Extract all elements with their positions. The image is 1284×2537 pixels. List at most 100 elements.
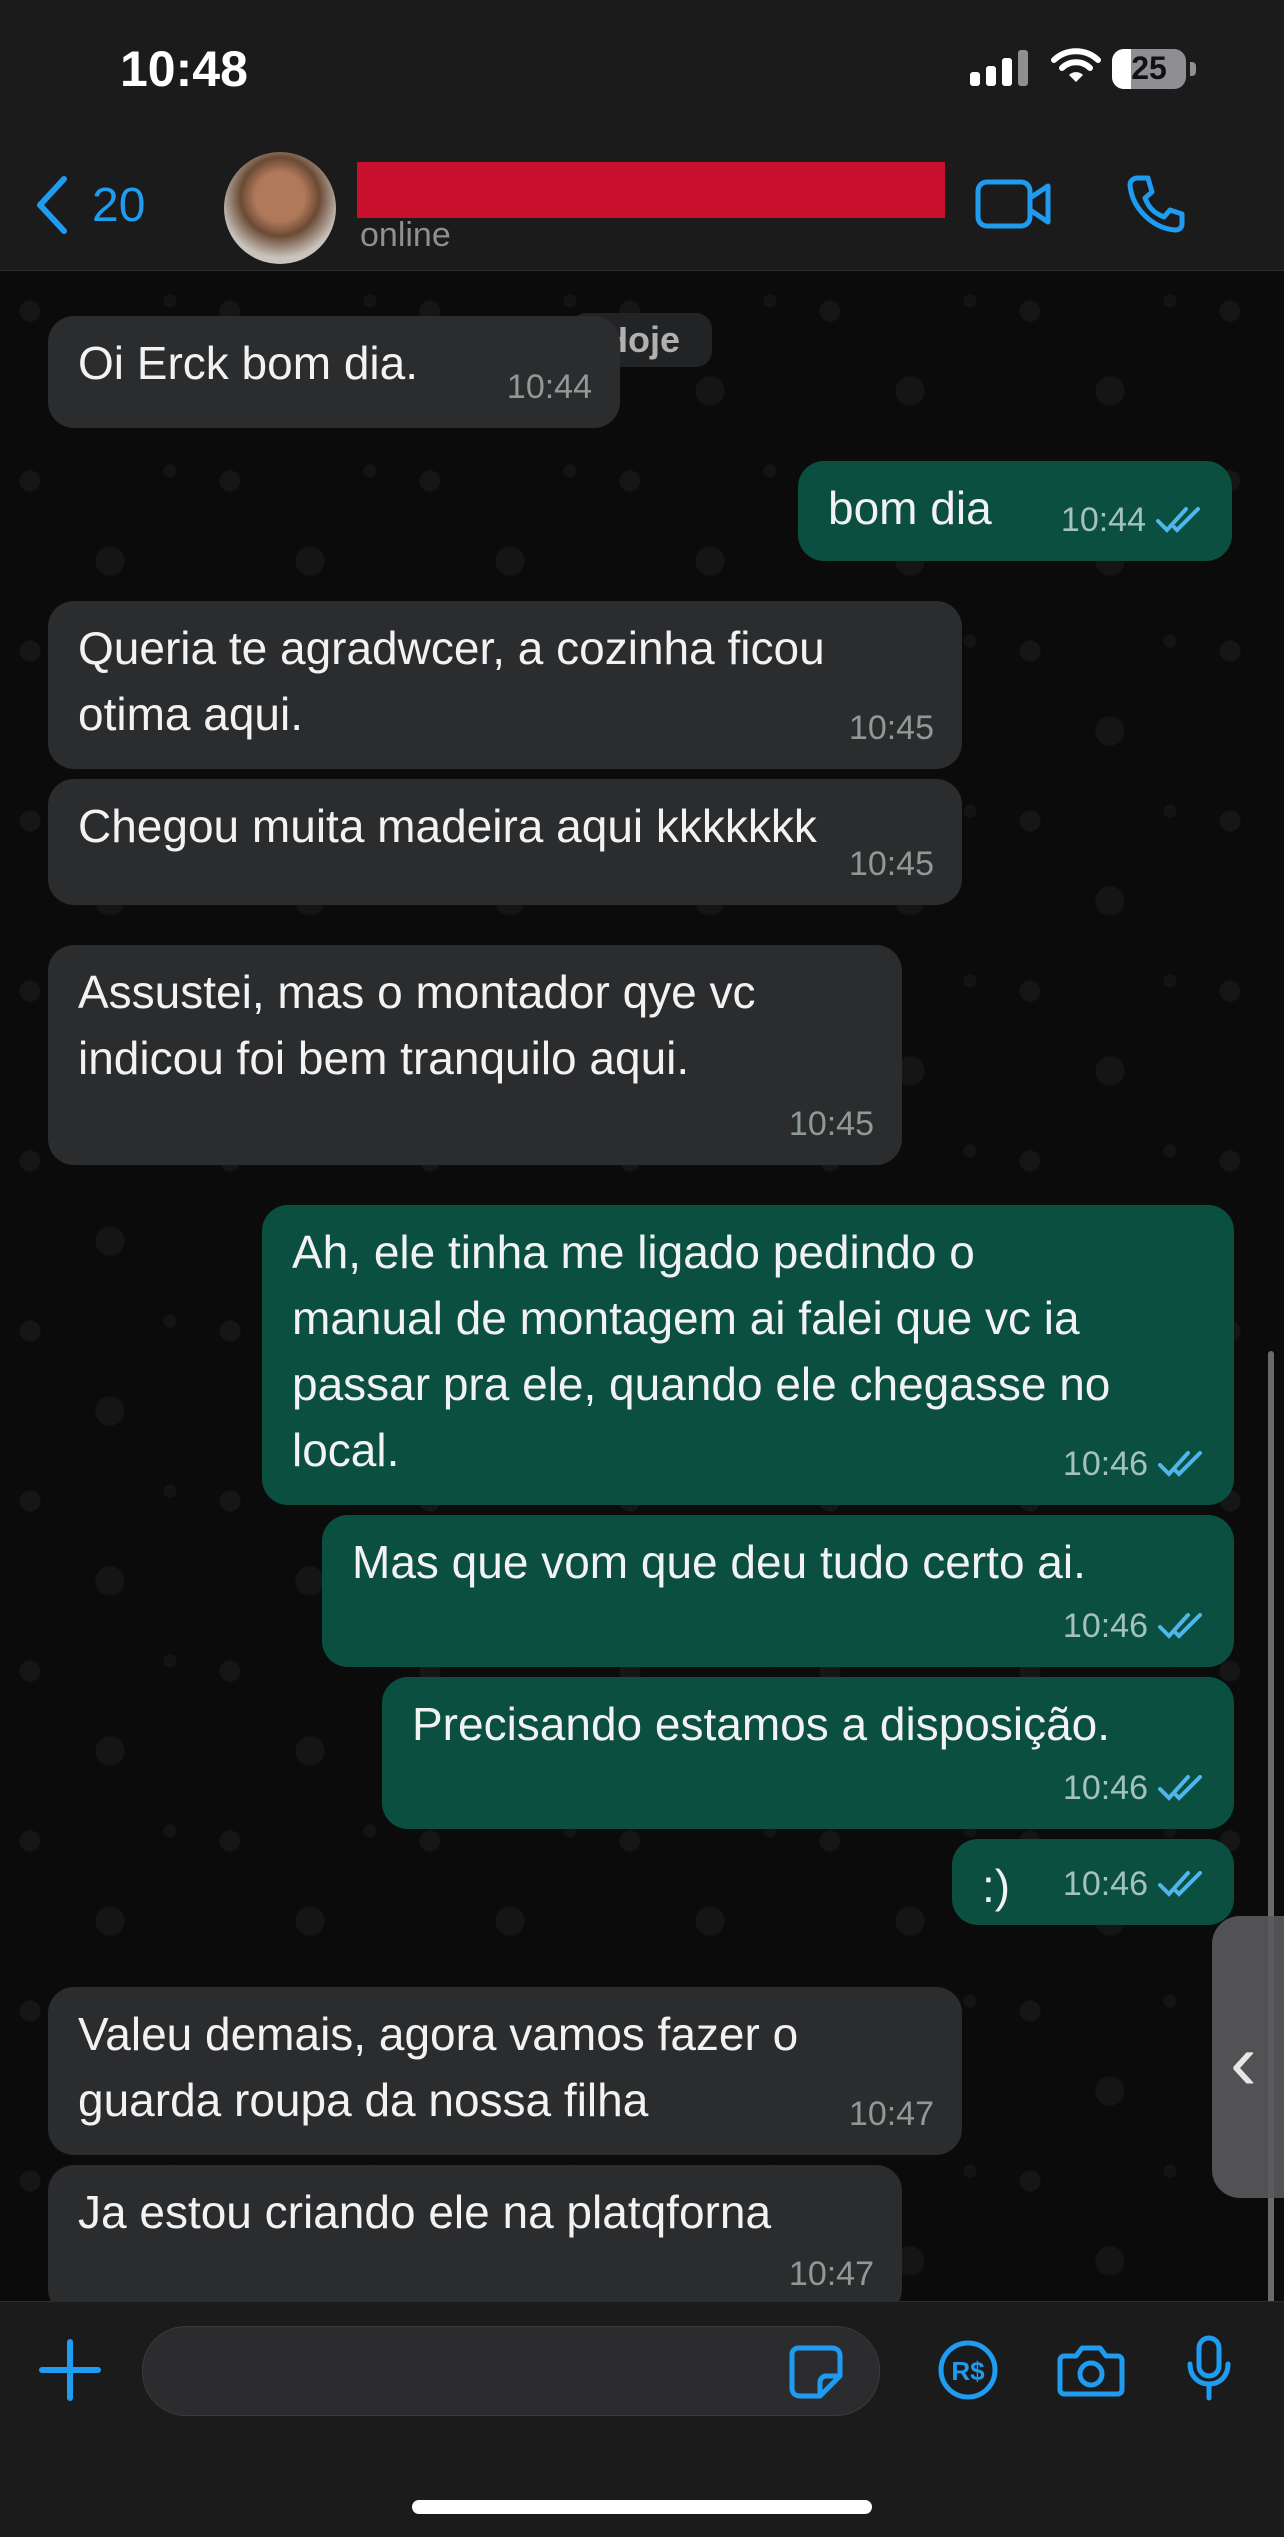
unread-count: 20 [92,178,146,232]
battery-icon: 25 [1112,49,1186,89]
video-call-button[interactable] [974,176,1054,237]
incoming-message[interactable]: Queria te agradwcer, a cozinha ficou otim… [48,601,962,769]
message-line: guarda roupa da nossa filha [78,2074,649,2126]
read-receipt-icon [1156,507,1200,533]
avatar[interactable] [224,152,336,264]
back-chevron-icon [37,176,67,234]
message-meta: 10:45 [849,831,934,897]
message-meta: 10:44 [507,354,592,420]
message-text: bom dia [828,475,992,541]
message-text: :) [982,1853,1010,1919]
sticker-icon [789,2345,843,2399]
message-line: Valeu demais, agora vamos fazer o [78,2008,799,2060]
message-line: otima aqui. [78,688,304,740]
message-text: Valeu demais, agora vamos fazer o guarda … [78,2001,798,2133]
message-line: indicou foi bem tranquilo aqui. [78,1032,690,1084]
message-line: local. [292,1424,400,1476]
message-line: :) [982,1860,1011,1912]
message-meta: 10:46 [1063,1755,1206,1821]
message-time: 10:46 [1062,1445,1148,1483]
incoming-message[interactable]: Ja estou criando ele na platqforna 10:47 [48,2165,902,2301]
message-line: Ja estou criando ele na platqforna [78,2186,772,2238]
sticker-button[interactable] [786,2342,846,2407]
message-line: Oi Erck bom dia. [78,337,418,389]
message-meta: 10:47 [789,2241,874,2301]
message-meta: 10:46 [1063,1593,1206,1659]
outgoing-message[interactable]: bom dia 10:44 [798,461,1232,561]
camera-icon [1057,2345,1125,2397]
read-receipt-icon [1158,1451,1202,1477]
message-line: Mas que vom que deu tudo certo ai. [352,1536,1086,1588]
message-meta: 10:46 [1063,1851,1206,1917]
message-time: 10:45 [788,1105,874,1143]
chevron-left-icon: ‹ [1230,2017,1257,2106]
incoming-message[interactable]: Chegou muita madeira aqui kkkkkkk 10:45 [48,779,962,905]
message-line: Assustei, mas o montador qye vc [78,966,756,1018]
payment-button[interactable]: R$ [936,2338,1000,2407]
read-receipt-icon [1158,1613,1202,1639]
message-meta: 10:47 [849,2081,934,2147]
message-text: Chegou muita madeira aqui kkkkkkk [78,793,817,859]
attach-button[interactable] [38,2338,102,2407]
wifi-icon [1050,46,1102,91]
message-line: bom dia [828,482,992,534]
read-receipt-icon [1158,1775,1202,1801]
message-time: 10:44 [1060,501,1146,539]
incoming-message[interactable]: Assustei, mas o montador qye vc indicou f… [48,945,902,1165]
video-call-icon [975,179,1051,229]
side-panel-handle[interactable]: ‹ [1212,1916,1284,2198]
message-time: 10:45 [848,845,934,883]
read-receipt-icon [1158,1871,1202,1897]
message-text: Precisando estamos a disposição. [412,1691,1110,1757]
camera-button[interactable] [1056,2340,1126,2405]
message-line: Ah, ele tinha me ligado pedindo o [292,1226,975,1278]
message-text: Mas que vom que deu tudo certo ai. [352,1529,1086,1595]
message-text: Oi Erck bom dia. [78,330,418,396]
message-text: Queria te agradwcer, a cozinha ficou otim… [78,615,825,747]
cellular-signal-icon [970,50,1034,86]
presence-status: online [360,216,451,254]
message-line: Precisando estamos a disposição. [412,1698,1111,1750]
plus-icon [39,2339,101,2401]
back-button[interactable]: 20 [34,175,145,235]
message-time: 10:47 [848,2095,934,2133]
incoming-message[interactable]: Valeu demais, agora vamos fazer o guarda … [48,1987,962,2155]
message-time: 10:46 [1062,1865,1148,1903]
message-time: 10:46 [1062,1769,1148,1807]
message-time: 10:47 [788,2255,874,2293]
incoming-message[interactable]: Oi Erck bom dia. 10:44 [48,316,620,428]
message-time: 10:45 [848,709,934,747]
message-time: 10:46 [1062,1607,1148,1645]
battery-tip [1190,62,1196,76]
message-meta: 10:45 [849,695,934,761]
voice-call-button[interactable] [1124,172,1188,241]
message-text: Ja estou criando ele na platqforna [78,2179,771,2245]
message-meta: 10:46 [1063,1431,1206,1497]
message-line: manual de montagem ai falei que vc ia [292,1292,1080,1344]
outgoing-message[interactable]: Ah, ele tinha me ligado pedindo o manual … [262,1205,1234,1505]
outgoing-message[interactable]: :) 10:46 [952,1839,1234,1925]
outgoing-message[interactable]: Mas que vom que deu tudo certo ai. 10:46 [322,1515,1234,1667]
message-text: Assustei, mas o montador qye vc indicou f… [78,959,756,1091]
outgoing-message[interactable]: Precisando estamos a disposição. 10:46 [382,1677,1234,1829]
chat-header: 20 online [0,140,1284,271]
phone-icon [1127,175,1185,233]
message-meta: 10:45 [789,1091,874,1157]
message-text: Ah, ele tinha me ligado pedindo o manual … [292,1219,1110,1483]
message-line: Chegou muita madeira aqui kkkkkkk [78,800,817,852]
payment-icon: R$ [938,2340,998,2400]
battery-level: 25 [1131,50,1167,86]
status-bar: 10:48 25 [0,0,1284,140]
svg-text:R$: R$ [951,2356,985,2386]
message-meta: 10:44 [1061,487,1204,553]
message-list[interactable]: Hoje Oi Erck bom dia. 10:44 bom dia 10:44 Qu… [0,271,1284,2301]
message-line: passar pra ele, quando ele chegasse no [292,1358,1111,1410]
home-indicator[interactable] [412,2500,872,2514]
microphone-icon [1187,2335,1231,2401]
message-input[interactable] [142,2326,880,2416]
message-line: Queria te agradwcer, a cozinha ficou [78,622,825,674]
message-time: 10:44 [506,368,592,406]
clock: 10:48 [120,41,248,97]
voice-message-button[interactable] [1184,2334,1234,2409]
contact-name-redacted[interactable] [357,162,945,218]
